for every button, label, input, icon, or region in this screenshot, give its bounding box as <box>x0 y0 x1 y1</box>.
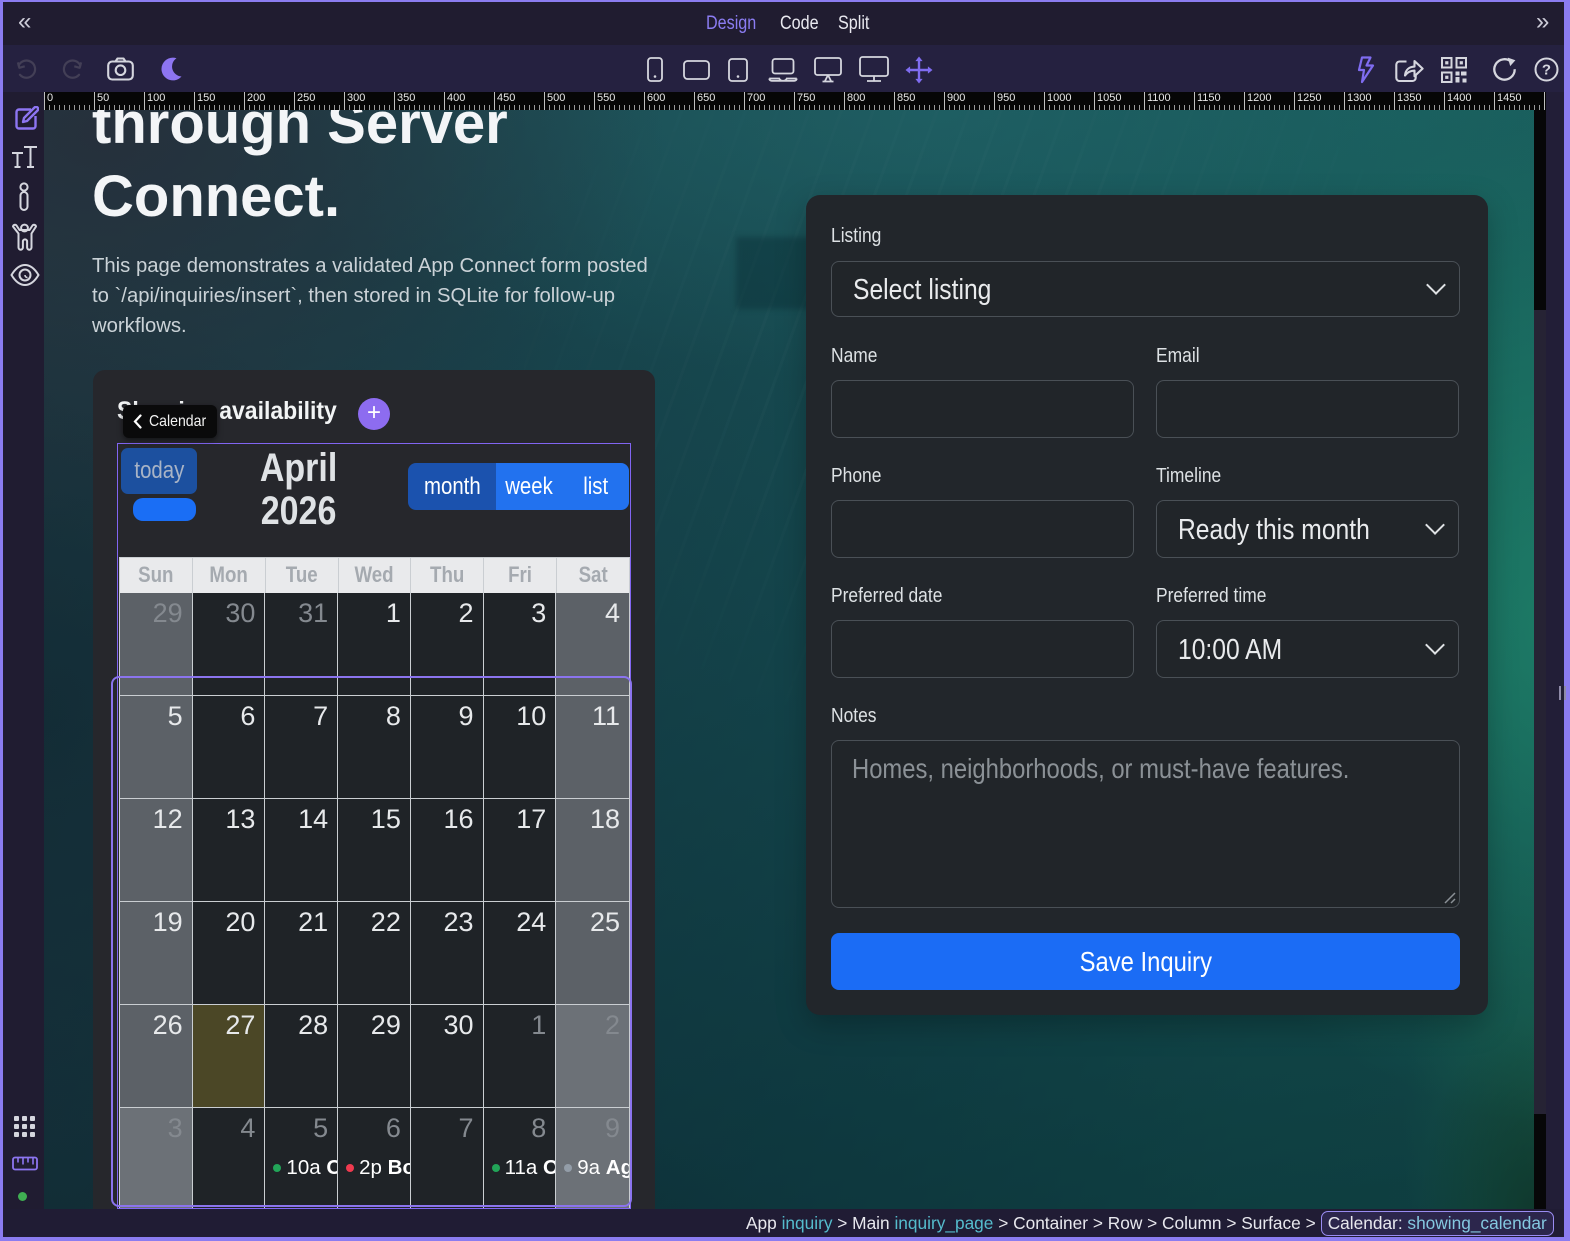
svg-text:?: ? <box>1542 62 1551 79</box>
